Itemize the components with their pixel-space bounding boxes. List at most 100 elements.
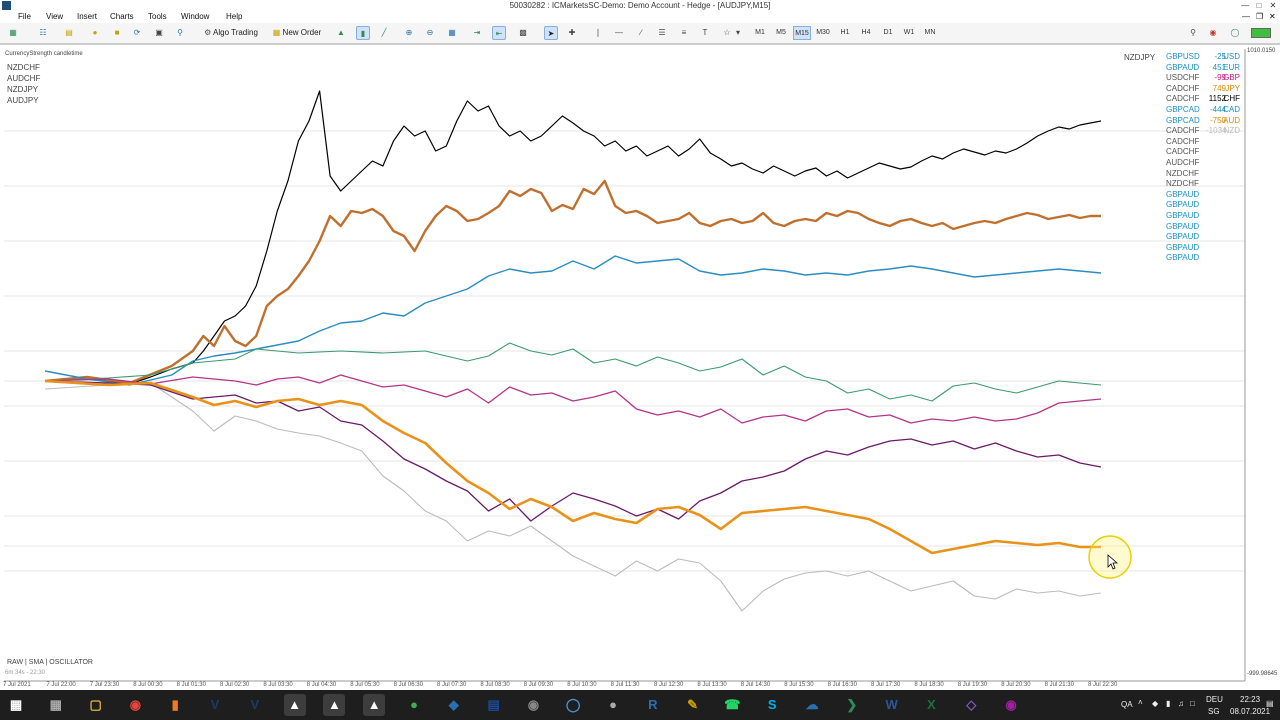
strategy-tester-icon[interactable]: ⚲	[173, 26, 187, 40]
app-obs-icon[interactable]: ◉	[522, 694, 544, 716]
volume-icon[interactable]: ♫	[1178, 699, 1184, 708]
r-icon[interactable]: R	[642, 694, 664, 716]
account-status-icon[interactable]: ◯	[1228, 26, 1242, 40]
profiles-icon[interactable]: ☷	[36, 26, 50, 40]
app-bird-icon[interactable]: ●	[602, 694, 624, 716]
search-icon[interactable]: ⚲	[1186, 26, 1200, 40]
menu-help[interactable]: Help	[226, 11, 242, 23]
timeframe-m15[interactable]: M15	[793, 26, 811, 40]
app-pen-icon[interactable]: ✎	[682, 694, 704, 716]
region-indicator[interactable]: SG	[1208, 707, 1220, 716]
clock-time[interactable]: 22:23	[1240, 695, 1260, 704]
chart-shift-icon[interactable]: ⇤	[492, 26, 506, 40]
tray-qa[interactable]: QA	[1121, 700, 1133, 709]
time-tick-label: 8 Jul 19:30	[957, 682, 988, 688]
scroll-end-icon[interactable]: ⇥	[470, 26, 484, 40]
channel-icon[interactable]: ☰	[655, 26, 669, 40]
task-view-icon[interactable]: ▦	[45, 694, 67, 716]
text-tool-icon[interactable]: T	[698, 26, 712, 40]
restore-chart-icon[interactable]: ❐	[1256, 11, 1263, 23]
zoom-in-icon[interactable]: ⊕	[402, 26, 416, 40]
battery-icon[interactable]: ▮	[1166, 699, 1170, 708]
timeframe-h1[interactable]: H1	[836, 26, 854, 40]
tray-overflow-icon[interactable]: ˄	[1138, 698, 1143, 707]
skype-icon[interactable]: S	[761, 694, 783, 716]
app-orange-icon[interactable]: ▮	[164, 694, 186, 716]
new-chart-icon[interactable]: ▦	[6, 26, 20, 40]
shapes-icon[interactable]: ☆	[720, 26, 734, 40]
metatrader3-icon[interactable]: ▲	[363, 694, 386, 716]
trendline-icon[interactable]: ∕	[634, 26, 648, 40]
time-tick-label: 8 Jul 02:30	[220, 682, 250, 688]
display-icon[interactable]: □	[1190, 699, 1195, 708]
maximize-icon[interactable]: □	[1252, 0, 1266, 11]
timeframe-mn[interactable]: MN	[921, 26, 939, 40]
line-chart-icon[interactable]: ╱	[377, 26, 391, 40]
file-explorer-icon[interactable]: ▢	[85, 694, 107, 716]
legend-extra-symbol: CADCHF	[1166, 136, 1200, 146]
word-icon[interactable]: W	[881, 694, 903, 716]
close-icon[interactable]: ✕	[1266, 0, 1280, 11]
app-blue-icon[interactable]: ◆	[443, 694, 465, 716]
chart-canvas[interactable]	[0, 45, 1280, 691]
crosshair-icon[interactable]: ✚	[565, 26, 579, 40]
fibonacci-icon[interactable]: ≡	[677, 26, 691, 40]
visual-studio-icon[interactable]: ◇	[960, 694, 982, 716]
indicator-name: CurrencyStrength candletime	[5, 51, 83, 57]
strength-line-jpy	[44, 179, 1101, 385]
menu-charts[interactable]: Charts	[110, 11, 134, 23]
market-watch-icon[interactable]: ●	[88, 26, 102, 40]
tile-windows-icon[interactable]: ▦	[445, 26, 459, 40]
minimize-chart-icon[interactable]: —	[1242, 11, 1250, 23]
toolbar: ▦ ☷ ▤ ● ■ ⟳ ▣ ⚲ ⚙ Algo Trading ▦ New Ord…	[0, 23, 1280, 44]
network-icon[interactable]: ◆	[1152, 699, 1158, 708]
bar-chart-icon[interactable]: ▲	[334, 26, 348, 40]
language-indicator[interactable]: DEU	[1206, 695, 1223, 704]
data-window-icon[interactable]: ■	[110, 26, 124, 40]
clock-date[interactable]: 08.07.2021	[1230, 707, 1270, 716]
timeframe-d1[interactable]: D1	[879, 26, 897, 40]
app-v-icon[interactable]: V	[204, 694, 226, 716]
menu-file[interactable]: File	[18, 11, 31, 23]
minimize-icon[interactable]: —	[1238, 0, 1252, 11]
close-chart-icon[interactable]: ✕	[1269, 11, 1276, 23]
open-data-icon[interactable]: ▤	[62, 26, 76, 40]
terminal-icon[interactable]: ▣	[152, 26, 166, 40]
timeframe-m5[interactable]: M5	[772, 26, 790, 40]
algo-trading-button[interactable]: ⚙ Algo Trading	[198, 26, 264, 40]
menu-view[interactable]: View	[46, 11, 63, 23]
github-icon[interactable]: ◉	[1000, 694, 1022, 716]
zoom-out-icon[interactable]: ⊖	[423, 26, 437, 40]
timeframe-m1[interactable]: M1	[751, 26, 769, 40]
chrome-icon[interactable]: ◉	[124, 694, 146, 716]
excel-icon[interactable]: X	[920, 694, 942, 716]
candlestick-chart-icon[interactable]: ▮	[356, 26, 370, 40]
chart-window[interactable]: CurrencyStrength candletime NZDCHF AUDCH…	[0, 44, 1280, 691]
app-v2-icon[interactable]: V	[244, 694, 266, 716]
cursor-icon[interactable]: ➤	[544, 26, 558, 40]
app-cloud-icon[interactable]: ☁	[801, 694, 823, 716]
vertical-line-icon[interactable]: ❘	[591, 26, 605, 40]
menu-window[interactable]: Window	[181, 11, 209, 23]
app-bar-icon[interactable]: ▤	[483, 694, 505, 716]
shapes-dropdown-icon[interactable]: ▾	[734, 26, 742, 40]
notifications-icon[interactable]: ◉	[1206, 26, 1220, 40]
metatrader2-icon[interactable]: ▲	[323, 694, 346, 716]
timeframe-w1[interactable]: W1	[900, 26, 918, 40]
whatsapp-icon[interactable]: ☎	[721, 694, 743, 716]
timeframe-m30[interactable]: M30	[814, 26, 832, 40]
new-order-button[interactable]: ▦ New Order	[268, 26, 326, 40]
legend-pair: CADCHF	[1166, 126, 1200, 136]
app-circle-icon[interactable]: ◯	[562, 694, 584, 716]
menu-tools[interactable]: Tools	[148, 11, 167, 23]
app-green-icon[interactable]: ●	[403, 694, 425, 716]
horizontal-line-icon[interactable]: —	[612, 26, 626, 40]
windows-start-icon[interactable]: ▦	[5, 694, 27, 716]
metatrader-icon[interactable]: ▲	[283, 694, 306, 716]
app-chevron-icon[interactable]: ❯	[841, 694, 863, 716]
timeframe-h4[interactable]: H4	[857, 26, 875, 40]
navigator-icon[interactable]: ⟳	[130, 26, 144, 40]
menu-insert[interactable]: Insert	[77, 11, 97, 23]
action-center-icon[interactable]: ▤	[1266, 699, 1274, 708]
templates-icon[interactable]: ▩	[516, 26, 530, 40]
